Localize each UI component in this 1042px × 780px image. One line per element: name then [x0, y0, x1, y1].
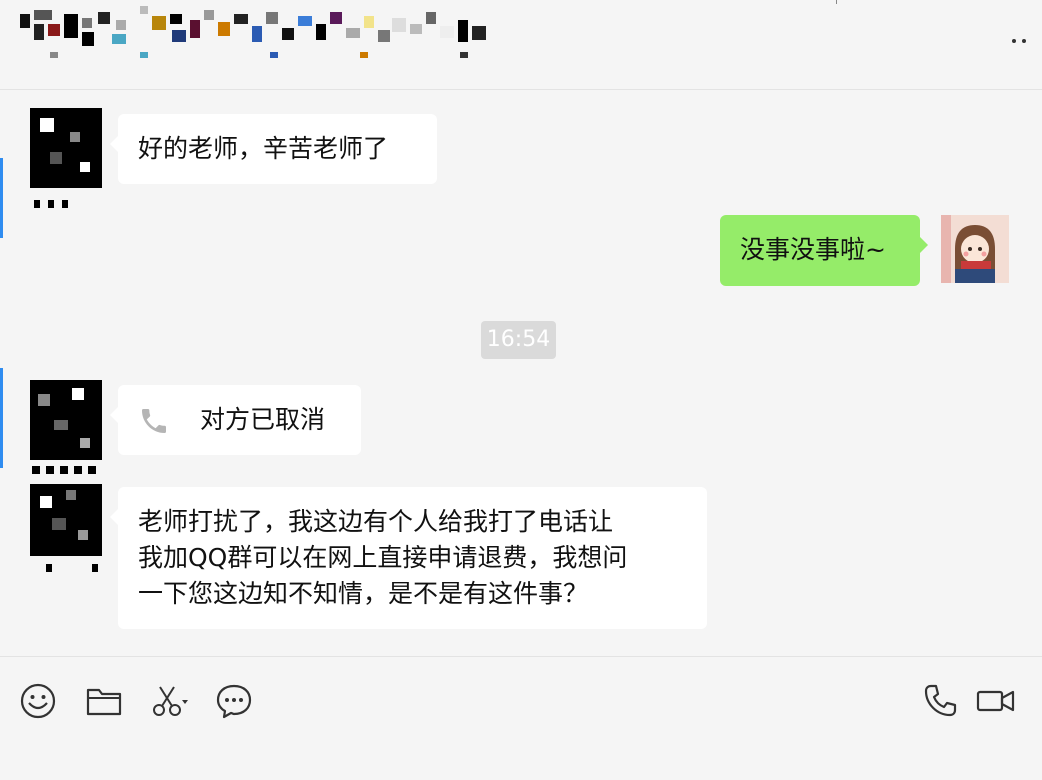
- timestamp: 16:54: [481, 321, 556, 359]
- scissors-icon[interactable]: [150, 681, 190, 721]
- message-line: 一下您这边知不知情，是不是有这件事？: [138, 579, 589, 608]
- more-dots-icon[interactable]: [1012, 36, 1030, 46]
- avatar[interactable]: [30, 108, 102, 218]
- avatar[interactable]: [30, 380, 102, 490]
- header-tick: [836, 0, 837, 4]
- message-bubble-incoming[interactable]: 老师打扰了，我这边有个人给我打了电话让 我加QQ群可以在网上直接申请退费，我想问…: [110, 487, 707, 629]
- message-line: 我加QQ群可以在网上直接申请退费，我想问: [138, 543, 628, 572]
- phone-icon[interactable]: [920, 681, 960, 721]
- input-toolbar: [0, 656, 1042, 780]
- message-text: 没事没事啦~: [740, 235, 886, 264]
- message-line: 老师打扰了，我这边有个人给我打了电话让: [138, 507, 614, 536]
- call-bubble[interactable]: 对方已取消: [110, 385, 361, 455]
- chat-title-redacted: [20, 6, 500, 66]
- message-list: 好的老师，辛苦老师了 没事没事啦~ 16:54 对方已取消 老师打扰了，我这边有…: [0, 90, 1042, 656]
- phone-icon: [138, 405, 170, 437]
- chat-window: 好的老师，辛苦老师了 没事没事啦~ 16:54 对方已取消 老师打扰了，我这边有…: [0, 0, 1042, 780]
- video-call-icon[interactable]: [976, 681, 1016, 721]
- call-status-text: 对方已取消: [200, 405, 326, 434]
- message-bubble-incoming[interactable]: 好的老师，辛苦老师了: [110, 114, 437, 184]
- avatar[interactable]: [30, 484, 102, 594]
- emoji-icon[interactable]: [18, 681, 58, 721]
- self-avatar[interactable]: [941, 215, 1009, 283]
- message-text: 好的老师，辛苦老师了: [138, 134, 389, 163]
- chat-bubble-icon[interactable]: [214, 681, 254, 721]
- folder-icon[interactable]: [84, 681, 124, 721]
- chat-header: [0, 0, 1042, 90]
- message-bubble-outgoing[interactable]: 没事没事啦~: [720, 215, 928, 286]
